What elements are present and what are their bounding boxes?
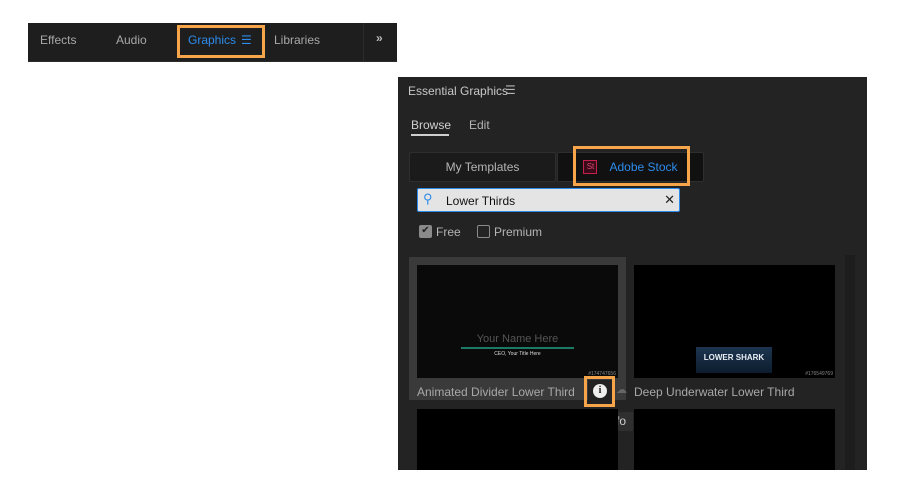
premium-label: Premium [494, 225, 543, 239]
search-input[interactable]: ⚲ Lower Thirds ✕ [417, 188, 680, 212]
free-checkbox[interactable]: ✔ [419, 225, 432, 238]
cloud-icon[interactable]: ☁ [616, 383, 627, 396]
preview-title: CEO, Your Title Here [494, 351, 541, 357]
overflow-chevrons-icon[interactable]: » [376, 31, 383, 45]
essential-graphics-panel: Essential Graphics ☰ Browse Edit My Temp… [398, 77, 867, 470]
search-icon: ⚲ [423, 191, 433, 206]
divider-line [461, 347, 574, 349]
tab-effects[interactable]: Effects [40, 33, 76, 47]
preview-name: Your Name Here [476, 333, 559, 345]
my-templates-button[interactable]: My Templates [409, 152, 556, 182]
tab-edit[interactable]: Edit [469, 118, 490, 132]
tab-audio[interactable]: Audio [116, 33, 147, 47]
preview-name: LOWER SHARK [696, 347, 772, 373]
scrollbar[interactable] [845, 255, 855, 470]
clear-search-icon[interactable]: ✕ [664, 192, 675, 208]
template-thumbnail[interactable]: Your Name Here CEO, Your Title Here #174… [417, 265, 618, 378]
panel-tab-bar: Effects Audio Graphics ☰ Libraries » [28, 23, 397, 62]
template-title: Animated Divider Lower Third [417, 385, 575, 399]
panel-title: Essential Graphics [408, 84, 509, 98]
my-templates-label: My Templates [445, 160, 520, 174]
template-thumbnail[interactable] [634, 409, 835, 470]
tab-browse[interactable]: Browse [411, 118, 451, 132]
panel-menu-icon[interactable]: ☰ [505, 83, 516, 97]
stock-id: #176549769 [805, 371, 833, 377]
search-value: Lower Thirds [446, 194, 516, 208]
premium-checkbox[interactable] [477, 225, 490, 238]
free-label: Free [436, 225, 461, 239]
template-title: Deep Underwater Lower Third [634, 385, 795, 399]
highlight-box [573, 146, 690, 186]
template-thumbnail[interactable]: LOWER SHARK #176549769 [634, 265, 835, 378]
divider [363, 23, 364, 61]
highlight-box [177, 25, 265, 58]
tab-libraries[interactable]: Libraries [274, 33, 320, 47]
active-tab-underline [411, 134, 449, 136]
template-thumbnail[interactable] [417, 409, 618, 470]
highlight-box [584, 376, 615, 407]
